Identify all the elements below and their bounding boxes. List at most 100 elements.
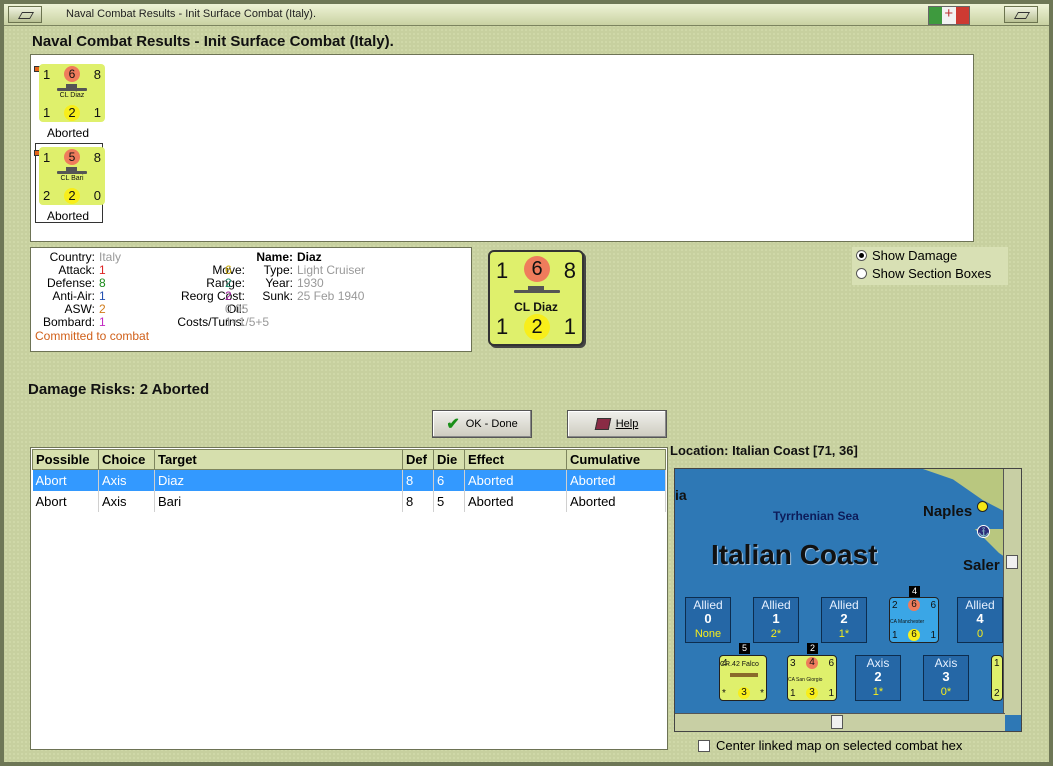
unit-name: CA Manchester (890, 619, 925, 625)
section-number: 1 (772, 611, 780, 626)
minimize-button[interactable] (1004, 6, 1038, 23)
column-header[interactable]: Target (154, 449, 403, 470)
unit-counter-edge[interactable]: 1 2 (991, 655, 1003, 701)
attack-value: 1 (43, 150, 51, 165)
section-number: 2 (874, 669, 882, 684)
column-header[interactable]: Die (433, 449, 465, 470)
table-row[interactable]: Abort Axis Bari 8 5 Aborted Aborted (32, 490, 666, 512)
show-damage-option[interactable]: Show Damage (856, 248, 957, 263)
stack-count: 5 (739, 643, 750, 654)
map-edge-label: ia (675, 487, 687, 503)
side-label: Allied (829, 598, 859, 612)
region-label: Italian Coast (711, 539, 878, 570)
show-damage-label: Show Damage (872, 248, 958, 263)
move-value: 6 (908, 599, 920, 611)
sea-section-box[interactable]: Allied 4 0 (957, 597, 1003, 643)
radio-icon[interactable] (856, 268, 867, 279)
costs-value: 1+1/5+5 (225, 315, 270, 329)
page-title: Naval Combat Results - Init Surface Comb… (32, 33, 394, 50)
sea-section-box[interactable]: Allied 2 1* (821, 597, 867, 643)
results-table: Possible Choice Target Def Die Effect Cu… (32, 449, 666, 512)
unit-counter-large: 1 6 8 CL Diaz 1 2 1 (488, 250, 584, 346)
display-options: Show Damage Show Section Boxes (852, 247, 1008, 285)
section-value: 0* (940, 686, 952, 698)
section-number: 0 (704, 611, 712, 626)
location-label: Location: Italian Coast [71, 36] (670, 443, 858, 458)
column-header[interactable]: Cumulative (566, 449, 666, 470)
column-header[interactable]: Def (402, 449, 434, 470)
help-button[interactable]: Help (567, 410, 667, 438)
port-anchor-icon: ⚓ (977, 525, 990, 538)
column-header[interactable]: Effect (464, 449, 567, 470)
map-vertical-scrollbar[interactable] (1003, 469, 1021, 715)
antiair-value: 2 (43, 188, 51, 203)
combat-results-window: Naval Combat Results - Init Surface Comb… (0, 0, 1053, 766)
ok-label: OK - Done (465, 418, 518, 430)
stack-count: 4 (909, 586, 920, 597)
table-cell: Aborted (566, 490, 666, 512)
stack-count: 2 (807, 643, 818, 654)
show-sections-option[interactable]: Show Section Boxes (856, 266, 991, 281)
sea-section-box[interactable]: Allied 0 None (685, 597, 731, 643)
unit-list-panel: 1 6 8 CL Diaz 1 2 1 Aborted 1 5 8 CL Bar… (30, 54, 974, 242)
table-cell: Aborted (464, 490, 567, 512)
asw-value: 2 (64, 105, 80, 121)
table-cell: Axis (98, 469, 155, 491)
bombard-value: 1 (93, 105, 101, 120)
system-menu-button[interactable] (8, 6, 42, 23)
side-label: Axis (866, 656, 890, 670)
help-label: Help (615, 418, 639, 430)
column-header[interactable]: Choice (98, 449, 155, 470)
defense-value: 8 (93, 67, 101, 82)
column-header[interactable]: Possible (32, 449, 99, 470)
bombard-value: 1 (99, 315, 106, 329)
unit-counter-diaz[interactable]: 1 6 8 CL Diaz 1 2 1 (39, 64, 105, 122)
scroll-thumb[interactable] (831, 715, 843, 729)
attack-value: 3 (790, 658, 796, 669)
attack-value: 1 (496, 258, 509, 283)
asw-value: 2 (524, 314, 550, 340)
antiair-value: 1 (892, 630, 898, 641)
bombard-value: 1 (930, 630, 936, 641)
scroll-thumb[interactable] (1006, 555, 1018, 569)
cruiser-icon (57, 167, 87, 174)
unit-counter-san-giorgio[interactable]: 3 4 6 CA San Giorgio 1 3 1 (787, 655, 837, 701)
sunk-value: 25 Feb 1940 (297, 289, 365, 303)
center-map-checkbox[interactable] (698, 740, 710, 752)
table-row[interactable]: Abort Axis Diaz 8 6 Aborted Aborted (32, 469, 666, 491)
table-cell: 8 (402, 469, 434, 491)
air-attack-value: * (722, 688, 726, 699)
italy-flag-icon (928, 5, 970, 25)
sea-section-box[interactable]: Allied 1 2* (753, 597, 799, 643)
section-number: 4 (976, 611, 984, 626)
side-label: Allied (693, 598, 723, 612)
unit-counter-falco[interactable]: 4 CR.42 Falco * 3 * (719, 655, 767, 701)
unit-counter-bari[interactable]: 1 5 8 CL Bari 2 2 0 (39, 147, 105, 205)
linked-map[interactable]: ia Tyrrhenian Sea Naples ⚓ Saler Italian… (674, 468, 1022, 732)
table-cell: Bari (154, 490, 403, 512)
asw-value: 3 (806, 687, 818, 699)
section-value: None (694, 628, 722, 640)
side-label: Allied (965, 598, 995, 612)
asw-value: 2 (64, 188, 80, 204)
table-cell: Abort (32, 469, 99, 491)
unit-counter-manchester[interactable]: 2 6 6 CA Manchester 1 6 1 (889, 597, 939, 643)
sea-section-box[interactable]: Axis 2 1* (855, 655, 901, 701)
antiair-value: 2 (994, 688, 1000, 699)
radio-icon[interactable] (856, 250, 867, 261)
move-value: 4 (806, 657, 818, 669)
bombard-value: 1 (563, 314, 576, 339)
section-number: 3 (942, 669, 950, 684)
checkmark-icon: ✔ (446, 416, 460, 433)
sea-section-box[interactable]: Axis 3 0* (923, 655, 969, 701)
damage-risks: Damage Risks: 2 Aborted (28, 381, 210, 398)
defense-value: 6 (828, 658, 834, 669)
ok-done-button[interactable]: ✔ OK - Done (432, 410, 532, 438)
table-cell: 6 (433, 469, 465, 491)
antiair-value: 1 (790, 688, 796, 699)
cruiser-icon (57, 84, 87, 91)
table-cell: Axis (98, 490, 155, 512)
sunk-label: Sunk: (262, 289, 293, 303)
map-horizontal-scrollbar[interactable] (675, 713, 1005, 731)
cruiser-icon (514, 286, 560, 293)
